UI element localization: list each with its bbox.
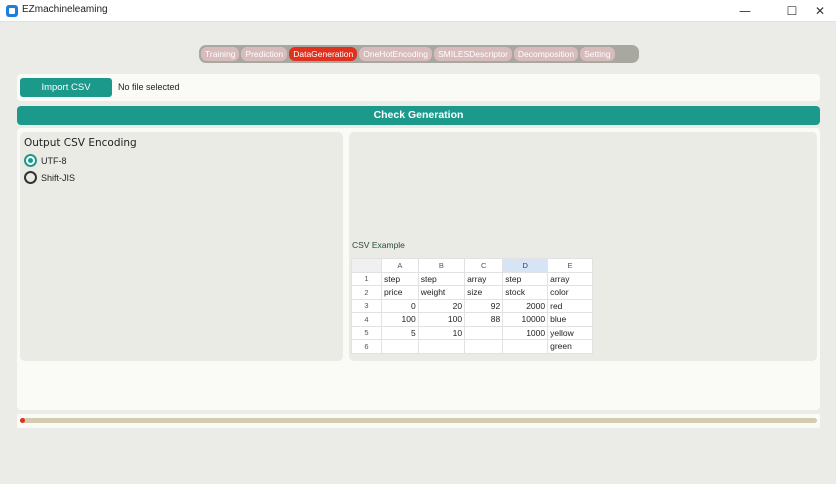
radio-selected-icon[interactable] (24, 154, 37, 167)
row-header: 1 (351, 271, 382, 286)
table-cell: blue (547, 312, 593, 327)
tab-smilesdescriptor[interactable]: SMILESDescriptor (433, 47, 512, 61)
csv-example-table: A B C D E 1 step step array step array 2 price w… (351, 258, 593, 354)
table-cell: yellow (547, 325, 593, 340)
table-cell (464, 339, 504, 354)
table-cell: price (381, 285, 419, 300)
row-header: 6 (351, 339, 382, 354)
check-generation-button[interactable]: Check Generation (17, 106, 820, 125)
table-row: 2 price weight size stock color (351, 285, 593, 300)
table-row: 3 0 20 92 2000 red (351, 298, 593, 313)
encoding-panel: Output CSV Encoding UTF-8 Shift-JIS (20, 132, 343, 361)
table-cell: 2000 (502, 298, 549, 313)
table-cell: 0 (381, 298, 419, 313)
radio-label: Shift-JIS (41, 172, 76, 183)
tab-training[interactable]: Training (201, 47, 240, 61)
encoding-title: Output CSV Encoding (24, 137, 137, 149)
column-header: C (464, 258, 504, 273)
table-cell: 88 (464, 312, 504, 327)
table-cell: size (464, 285, 504, 300)
maximize-button[interactable]: ☐ (778, 2, 806, 20)
tab-prediction[interactable]: Prediction (241, 47, 288, 61)
tab-bar: Training Prediction DataGeneration OneHo… (199, 45, 639, 63)
table-cell: 100 (417, 312, 466, 327)
column-header: B (417, 258, 466, 273)
table-cell: red (547, 298, 593, 313)
table-cell (502, 339, 549, 354)
table-cell: 100 (381, 312, 419, 327)
table-cell: array (464, 271, 504, 286)
header-row: A B C D E (351, 258, 593, 273)
radio-shiftjis[interactable]: Shift-JIS (24, 171, 75, 184)
table-cell: step (417, 271, 466, 286)
progress-track (20, 418, 817, 423)
radio-label: UTF-8 (41, 155, 67, 166)
row-header: 4 (351, 312, 382, 327)
csv-example-panel: CSV Example A B C D E 1 step step array step… (349, 132, 817, 361)
row-header: 3 (351, 298, 382, 313)
minimize-button[interactable]: — (731, 2, 759, 20)
table-cell: 20 (417, 298, 466, 313)
tab-decomposition[interactable]: Decomposition (513, 47, 579, 61)
column-header-selected: D (502, 258, 549, 273)
table-row: 6 green (351, 339, 593, 354)
table-cell: 5 (381, 325, 419, 340)
column-header: E (547, 258, 593, 273)
row-header: 2 (351, 285, 382, 300)
app-icon (6, 5, 18, 17)
window-title: EZmachineleaming (22, 4, 108, 15)
table-cell: array (547, 271, 593, 286)
table-cell: step (502, 271, 549, 286)
table-cell: step (381, 271, 419, 286)
table-row: 4 100 100 88 10000 blue (351, 312, 593, 327)
table-cell: 1000 (502, 325, 549, 340)
table-cell: green (547, 339, 593, 354)
table-cell: color (547, 285, 593, 300)
tab-setting[interactable]: Setting (580, 47, 615, 61)
import-csv-button[interactable]: Import CSV (20, 78, 112, 97)
csv-example-label: CSV Example (352, 240, 405, 250)
table-cell: 10 (417, 325, 466, 340)
main-panel: Output CSV Encoding UTF-8 Shift-JIS CSV … (17, 128, 820, 410)
progress-fill (20, 418, 25, 423)
table-cell: stock (502, 285, 549, 300)
table-cell: 10000 (502, 312, 549, 327)
table-cell (381, 339, 419, 354)
tab-onehotencoding[interactable]: OneHotEncoding (359, 47, 432, 61)
table-cell: weight (417, 285, 466, 300)
close-button[interactable]: ✕ (806, 2, 834, 20)
import-row: Import CSV No file selected (17, 74, 820, 101)
table-row: 1 step step array step array (351, 271, 593, 286)
progress-container (17, 414, 820, 428)
table-row: 5 5 10 1000 yellow (351, 325, 593, 340)
column-header: A (381, 258, 419, 273)
corner-cell (351, 258, 382, 273)
row-header: 5 (351, 325, 382, 340)
table-cell: 92 (464, 298, 504, 313)
title-bar: EZmachineleaming — ☐ ✕ (0, 0, 836, 22)
radio-unselected-icon[interactable] (24, 171, 37, 184)
table-cell (417, 339, 466, 354)
radio-utf8[interactable]: UTF-8 (24, 154, 67, 167)
tab-datageneration[interactable]: DataGeneration (289, 47, 358, 61)
file-status: No file selected (118, 82, 180, 92)
table-cell (464, 325, 504, 340)
